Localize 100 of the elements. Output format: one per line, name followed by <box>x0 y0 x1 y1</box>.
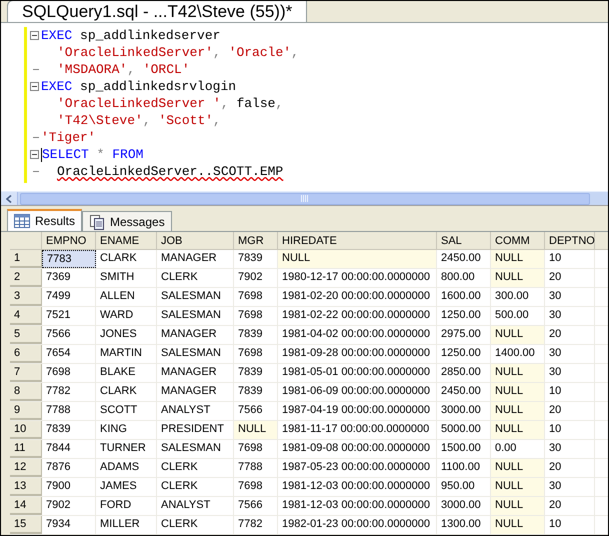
row-number[interactable]: 1 <box>10 250 42 268</box>
row-number[interactable]: 4 <box>10 307 42 325</box>
table-cell[interactable]: CLERK <box>157 269 234 287</box>
table-cell[interactable]: CLARK <box>96 250 157 268</box>
table-cell[interactable]: 1981-02-20 00:00:00.0000000 <box>278 288 437 306</box>
row-number[interactable]: 2 <box>10 269 42 287</box>
column-header[interactable]: SAL <box>437 232 491 249</box>
table-cell[interactable]: 20 <box>545 402 595 420</box>
table-cell[interactable]: 7783 <box>42 250 96 268</box>
table-cell[interactable]: 1250.00 <box>437 345 491 363</box>
table-cell[interactable]: 7788 <box>42 402 96 420</box>
table-cell[interactable]: 30 <box>545 307 595 325</box>
table-cell[interactable]: 500.00 <box>491 307 545 325</box>
table-cell[interactable]: 7698 <box>234 440 278 458</box>
table-cell[interactable]: 1400.00 <box>491 345 545 363</box>
column-header[interactable]: COMM <box>491 232 545 249</box>
table-cell[interactable]: 30 <box>545 478 595 496</box>
table-cell[interactable]: ALLEN <box>96 288 157 306</box>
table-cell[interactable]: 1981-09-28 00:00:00.0000000 <box>278 345 437 363</box>
row-number[interactable]: 13 <box>10 478 42 496</box>
table-cell[interactable]: 300.00 <box>491 288 545 306</box>
table-cell[interactable]: 1980-12-17 00:00:00.0000000 <box>278 269 437 287</box>
table-cell[interactable]: 1987-05-23 00:00:00.0000000 <box>278 459 437 477</box>
table-cell[interactable]: 20 <box>545 326 595 344</box>
table-cell[interactable]: MANAGER <box>157 250 234 268</box>
table-cell[interactable]: 1250.00 <box>437 307 491 325</box>
table-cell[interactable]: 10 <box>545 421 595 439</box>
table-cell[interactable]: 0.00 <box>491 440 545 458</box>
table-cell[interactable]: NULL <box>491 269 545 287</box>
table-cell[interactable]: ANALYST <box>157 402 234 420</box>
table-cell[interactable]: 7839 <box>234 326 278 344</box>
table-cell[interactable]: 7566 <box>234 402 278 420</box>
column-header[interactable]: JOB <box>157 232 234 249</box>
table-cell[interactable]: 7900 <box>42 478 96 496</box>
table-cell[interactable]: 7839 <box>234 383 278 401</box>
table-cell[interactable]: 1981-12-03 00:00:00.0000000 <box>278 478 437 496</box>
column-header[interactable]: HIREDATE <box>278 232 437 249</box>
table-cell[interactable]: 1981-09-08 00:00:00.0000000 <box>278 440 437 458</box>
table-cell[interactable]: 7566 <box>42 326 96 344</box>
table-cell[interactable]: 10 <box>545 383 595 401</box>
table-cell[interactable]: FORD <box>96 497 157 515</box>
table-cell[interactable]: BLAKE <box>96 364 157 382</box>
row-number[interactable]: 6 <box>10 345 42 363</box>
table-cell[interactable]: CLARK <box>96 383 157 401</box>
table-cell[interactable]: 7782 <box>42 383 96 401</box>
row-number[interactable]: 8 <box>10 383 42 401</box>
table-cell[interactable]: 30 <box>545 345 595 363</box>
table-cell[interactable]: NULL <box>491 383 545 401</box>
table-cell[interactable]: 20 <box>545 497 595 515</box>
table-cell[interactable]: 7902 <box>42 497 96 515</box>
scroll-thumb[interactable] <box>20 192 590 204</box>
row-number[interactable]: 11 <box>10 440 42 458</box>
column-header[interactable]: ENAME <box>96 232 157 249</box>
row-number[interactable]: 3 <box>10 288 42 306</box>
scroll-left-button[interactable] <box>1 192 18 206</box>
collapse-icon[interactable] <box>30 82 38 91</box>
table-cell[interactable]: 7698 <box>234 478 278 496</box>
table-cell[interactable]: MANAGER <box>157 383 234 401</box>
document-tab[interactable]: SQLQuery1.sql - ...T42\Steve (55))* <box>7 1 308 22</box>
table-cell[interactable]: 7782 <box>234 516 278 534</box>
table-cell[interactable]: SALESMAN <box>157 440 234 458</box>
table-cell[interactable]: NULL <box>491 497 545 515</box>
code-editor[interactable] <box>1 23 608 191</box>
table-cell[interactable]: MANAGER <box>157 326 234 344</box>
table-cell[interactable]: CLERK <box>157 459 234 477</box>
table-cell[interactable]: 1981-12-03 00:00:00.0000000 <box>278 497 437 515</box>
table-cell[interactable]: JONES <box>96 326 157 344</box>
row-number[interactable]: 5 <box>10 326 42 344</box>
row-number[interactable]: 7 <box>10 364 42 382</box>
row-number[interactable]: 12 <box>10 459 42 477</box>
table-cell[interactable]: 30 <box>545 364 595 382</box>
table-cell[interactable]: 7876 <box>42 459 96 477</box>
table-cell[interactable]: SCOTT <box>96 402 157 420</box>
table-cell[interactable]: ADAMS <box>96 459 157 477</box>
column-header[interactable]: EMPNO <box>42 232 96 249</box>
table-cell[interactable]: ANALYST <box>157 497 234 515</box>
table-cell[interactable]: 30 <box>545 440 595 458</box>
table-cell[interactable]: NULL <box>491 250 545 268</box>
table-cell[interactable]: JAMES <box>96 478 157 496</box>
collapse-icon[interactable] <box>30 31 38 40</box>
table-cell[interactable]: NULL <box>491 459 545 477</box>
table-cell[interactable]: 7521 <box>42 307 96 325</box>
table-cell[interactable]: 1987-04-19 00:00:00.0000000 <box>278 402 437 420</box>
table-cell[interactable]: 7844 <box>42 440 96 458</box>
column-header[interactable]: DEPTNO <box>545 232 595 249</box>
table-cell[interactable]: NULL <box>491 516 545 534</box>
table-cell[interactable]: 7839 <box>42 421 96 439</box>
table-cell[interactable]: NULL <box>491 478 545 496</box>
table-cell[interactable]: CLERK <box>157 478 234 496</box>
table-cell[interactable]: 7902 <box>234 269 278 287</box>
table-cell[interactable]: 1981-11-17 00:00:00.0000000 <box>278 421 437 439</box>
table-cell[interactable]: NULL <box>234 421 278 439</box>
table-cell[interactable]: TURNER <box>96 440 157 458</box>
table-cell[interactable]: 7698 <box>234 345 278 363</box>
table-cell[interactable]: 20 <box>545 269 595 287</box>
result-tab[interactable]: Messages <box>82 211 172 231</box>
table-cell[interactable]: 7369 <box>42 269 96 287</box>
table-cell[interactable]: 1981-02-22 00:00:00.0000000 <box>278 307 437 325</box>
table-cell[interactable]: 7934 <box>42 516 96 534</box>
table-cell[interactable]: 1500.00 <box>437 440 491 458</box>
